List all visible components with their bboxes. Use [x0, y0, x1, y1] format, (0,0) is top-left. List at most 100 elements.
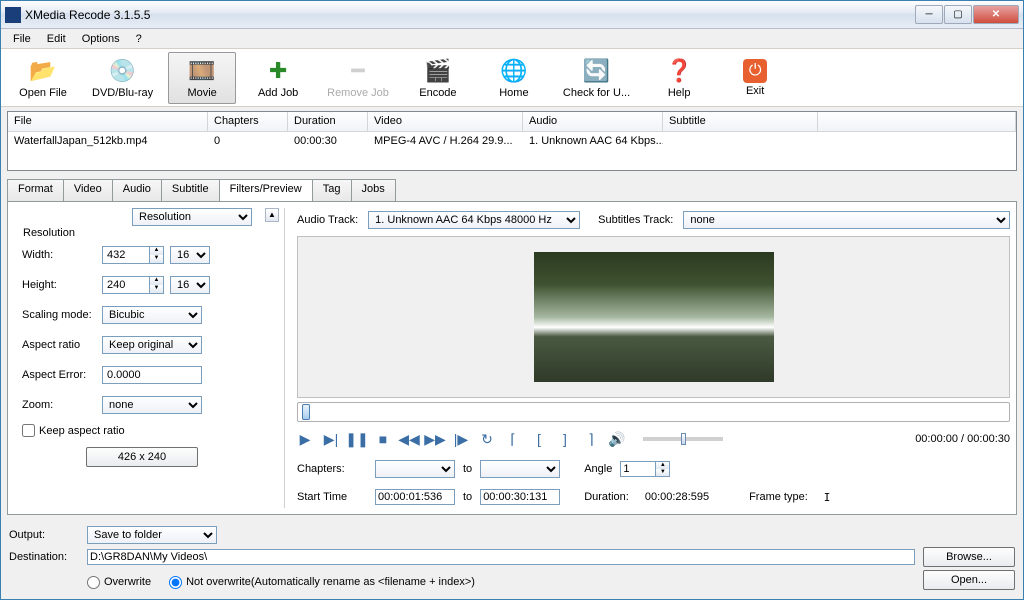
- duration-value: 00:00:28:595: [645, 491, 709, 503]
- mark-in-icon[interactable]: ⌈: [505, 431, 521, 447]
- file-list-header: File Chapters Duration Video Audio Subti…: [8, 112, 1016, 132]
- open-button[interactable]: Open...: [923, 570, 1015, 590]
- scroll-up-icon[interactable]: ▲: [265, 208, 279, 222]
- duration-label: Duration:: [584, 491, 629, 503]
- encode-button[interactable]: 🎬Encode: [404, 52, 472, 104]
- angle-input[interactable]: [620, 461, 656, 477]
- width-input[interactable]: [102, 246, 150, 264]
- frame-type-label: Frame type:: [749, 491, 808, 503]
- tab-subtitle[interactable]: Subtitle: [161, 179, 220, 201]
- preview-panel: Audio Track: 1. Unknown AAC 64 Kbps 4800…: [289, 208, 1010, 508]
- width-label: Width:: [22, 249, 102, 261]
- preview-viewport: [297, 236, 1010, 398]
- menu-edit[interactable]: Edit: [39, 31, 74, 47]
- tabstrip: Format Video Audio Subtitle Filters/Prev…: [7, 179, 1017, 201]
- subtitles-track-select[interactable]: none: [683, 211, 1010, 229]
- tab-tag[interactable]: Tag: [312, 179, 352, 201]
- tab-filters-preview[interactable]: Filters/Preview: [219, 179, 313, 201]
- destination-input[interactable]: [87, 549, 915, 565]
- not-overwrite-radio[interactable]: [169, 576, 182, 589]
- tab-content: Resolution Resolution Width: ▲▼ 16 Heigh…: [7, 201, 1017, 515]
- home-button[interactable]: 🌐Home: [480, 52, 548, 104]
- menu-options[interactable]: Options: [74, 31, 128, 47]
- col-file[interactable]: File: [8, 112, 208, 131]
- file-list[interactable]: File Chapters Duration Video Audio Subti…: [7, 111, 1017, 171]
- menubar: File Edit Options ?: [1, 29, 1023, 49]
- menu-file[interactable]: File: [5, 31, 39, 47]
- bracket-left-icon[interactable]: [: [531, 431, 547, 447]
- filter-type-select[interactable]: Resolution: [132, 208, 252, 226]
- tab-format[interactable]: Format: [7, 179, 64, 201]
- tab-jobs[interactable]: Jobs: [351, 179, 396, 201]
- chapter-from-select[interactable]: [375, 460, 455, 478]
- col-video[interactable]: Video: [368, 112, 523, 131]
- height-spinner[interactable]: ▲▼: [150, 276, 164, 294]
- plus-icon: ✚: [264, 57, 292, 85]
- aspect-error-input[interactable]: [102, 366, 202, 384]
- audio-track-select[interactable]: 1. Unknown AAC 64 Kbps 48000 Hz: [368, 211, 580, 229]
- filters-panel: Resolution Resolution Width: ▲▼ 16 Heigh…: [14, 208, 264, 508]
- forward-icon[interactable]: ▶▶: [427, 431, 443, 447]
- zoom-select[interactable]: none: [102, 396, 202, 414]
- tab-video[interactable]: Video: [63, 179, 113, 201]
- seek-slider[interactable]: [297, 402, 1010, 422]
- col-audio[interactable]: Audio: [523, 112, 663, 131]
- overwrite-radio[interactable]: [87, 576, 100, 589]
- next-icon[interactable]: ▶|: [323, 431, 339, 447]
- angle-spinner[interactable]: ▲▼: [656, 461, 670, 477]
- to-label-2: to: [463, 491, 472, 503]
- exit-button[interactable]: ⏻Exit: [721, 52, 789, 104]
- file-row[interactable]: WaterfallJapan_512kb.mp4 0 00:00:30 MPEG…: [8, 132, 1016, 152]
- help-button[interactable]: ❓Help: [645, 52, 713, 104]
- start-time-label: Start Time: [297, 491, 367, 503]
- volume-slider[interactable]: [643, 437, 723, 441]
- col-duration[interactable]: Duration: [288, 112, 368, 131]
- col-chapters[interactable]: Chapters: [208, 112, 288, 131]
- col-subtitle[interactable]: Subtitle: [663, 112, 818, 131]
- minimize-button[interactable]: ─: [915, 5, 943, 24]
- scaling-select[interactable]: Bicubic: [102, 306, 202, 324]
- play-icon[interactable]: ▶: [297, 431, 313, 447]
- not-overwrite-radio-label[interactable]: Not overwrite(Automatically rename as <f…: [169, 576, 475, 589]
- tab-audio[interactable]: Audio: [112, 179, 162, 201]
- volume-thumb[interactable]: [681, 433, 686, 445]
- step-forward-icon[interactable]: |▶: [453, 431, 469, 447]
- folder-icon: 📂: [29, 57, 57, 85]
- help-icon: ❓: [665, 57, 693, 85]
- close-button[interactable]: ✕: [973, 5, 1019, 24]
- resolution-button[interactable]: 426 x 240: [86, 447, 198, 467]
- check-update-button[interactable]: 🔄Check for U...: [556, 52, 637, 104]
- output-mode-select[interactable]: Save to folder: [87, 526, 217, 544]
- col-spacer: [818, 112, 1016, 131]
- keep-aspect-checkbox[interactable]: [22, 424, 35, 437]
- menu-help[interactable]: ?: [128, 31, 150, 47]
- stop-icon[interactable]: ■: [375, 431, 391, 447]
- end-time-input[interactable]: [480, 489, 560, 505]
- left-scrollbar[interactable]: ▲: [264, 208, 280, 508]
- rewind-icon[interactable]: ◀◀: [401, 431, 417, 447]
- height-input[interactable]: [102, 276, 150, 294]
- browse-button[interactable]: Browse...: [923, 547, 1015, 567]
- aspect-select[interactable]: Keep original: [102, 336, 202, 354]
- dvd-button[interactable]: 💿DVD/Blu-ray: [85, 52, 160, 104]
- open-file-button[interactable]: 📂Open File: [9, 52, 77, 104]
- width-step-select[interactable]: 16: [170, 246, 210, 264]
- seek-thumb[interactable]: [302, 404, 310, 420]
- overwrite-radio-label[interactable]: Overwrite: [87, 576, 151, 589]
- loop-icon[interactable]: ↻: [479, 431, 495, 447]
- audio-track-label: Audio Track:: [297, 214, 358, 226]
- width-spinner[interactable]: ▲▼: [150, 246, 164, 264]
- pause-icon[interactable]: ❚❚: [349, 431, 365, 447]
- remove-job-button[interactable]: ━Remove Job: [320, 52, 396, 104]
- mark-out-icon[interactable]: ⌉: [583, 431, 599, 447]
- chapter-to-select[interactable]: [480, 460, 560, 478]
- angle-label: Angle: [584, 463, 612, 475]
- start-time-input[interactable]: [375, 489, 455, 505]
- height-step-select[interactable]: 16: [170, 276, 210, 294]
- maximize-button[interactable]: ▢: [944, 5, 972, 24]
- add-job-button[interactable]: ✚Add Job: [244, 52, 312, 104]
- movie-button[interactable]: 🎞️Movie: [168, 52, 236, 104]
- volume-icon[interactable]: 🔊: [609, 431, 625, 447]
- bracket-right-icon[interactable]: ]: [557, 431, 573, 447]
- titlebar: XMedia Recode 3.1.5.5 ─ ▢ ✕: [1, 1, 1023, 29]
